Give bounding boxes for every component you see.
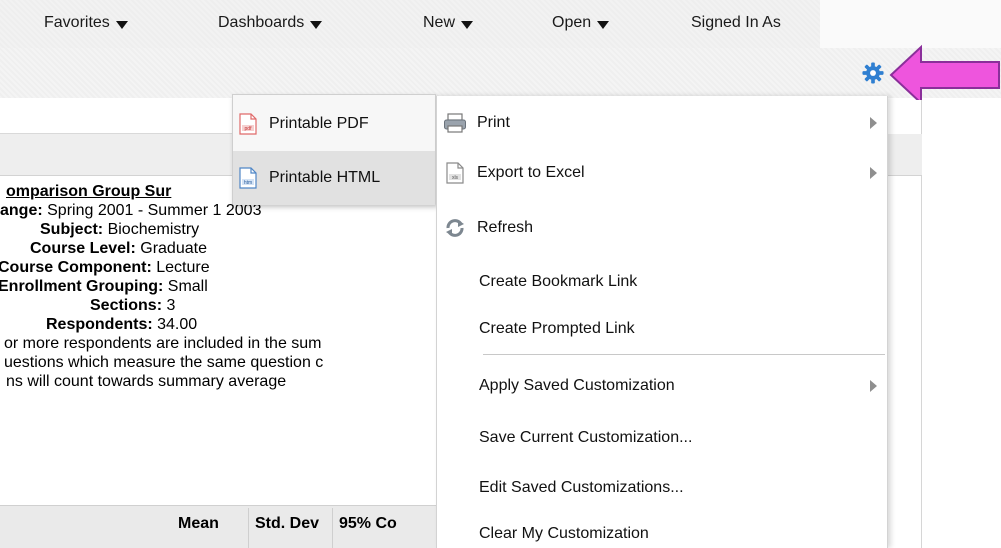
nav-dashboards-label: Dashboards (218, 14, 305, 31)
report-summary: omparison Group Sur ange: Spring 2001 - … (0, 182, 436, 391)
menu-item-label: Printable PDF (269, 115, 369, 132)
report-line-subject: Subject: Biochemistry (0, 220, 436, 239)
page-options-menu: Print xls Export to Excel Refresh Create… (436, 96, 888, 548)
caret-down-icon (461, 20, 474, 29)
enrollment-label: Enrollment Grouping: (0, 278, 164, 295)
nav-favorites-label: Favorites (44, 14, 110, 31)
menu-item-refresh[interactable]: Refresh (437, 204, 887, 252)
column-header-mean[interactable]: Mean (172, 508, 225, 548)
svg-text:xls: xls (452, 175, 459, 181)
chevron-right-icon (870, 117, 877, 129)
menu-item-print[interactable]: Print (437, 99, 887, 147)
page-toolbar (0, 48, 1001, 98)
sections-label: Sections: (90, 297, 163, 314)
column-header-std-dev[interactable]: Std. Dev (248, 508, 325, 548)
annotation-arrow-icon (889, 44, 1000, 106)
menu-item-save-current-customization[interactable]: Save Current Customization... (437, 414, 887, 462)
column-header-95-ci[interactable]: 95% Co (332, 508, 442, 548)
top-nav-bar (0, 0, 1001, 56)
chevron-right-icon (870, 380, 877, 392)
sections-value: 3 (162, 297, 176, 314)
nav-signed-in[interactable]: Signed In As (691, 14, 781, 32)
report-note: or more respondents are included in the … (4, 335, 322, 352)
menu-item-create-bookmark-link[interactable]: Create Bookmark Link (437, 258, 887, 306)
respondents-label: Respondents: (46, 316, 153, 333)
html-file-icon: htm (239, 167, 257, 189)
subject-value: Biochemistry (103, 221, 200, 238)
report-note: uestions which measure the same question… (4, 354, 324, 371)
report-line-respondents: Respondents: 34.00 (0, 315, 436, 334)
chevron-right-icon (870, 167, 877, 179)
menu-item-edit-saved-customizations[interactable]: Edit Saved Customizations... (437, 464, 887, 512)
print-submenu: pdf Printable PDF htm Printable HTML (232, 94, 436, 205)
enrollment-value: Small (163, 278, 208, 295)
menu-item-label: Print (477, 114, 510, 131)
menu-item-label: Create Prompted Link (479, 320, 635, 337)
menu-item-export-excel[interactable]: xls Export to Excel (437, 149, 887, 197)
menu-item-printable-pdf[interactable]: pdf Printable PDF (233, 97, 435, 151)
caret-down-icon (115, 20, 128, 29)
menu-item-printable-html[interactable]: htm Printable HTML (233, 151, 435, 205)
report-line-sections: Sections: 3 (0, 296, 436, 315)
range-label: ange: (0, 202, 43, 219)
menu-item-label: Printable HTML (269, 169, 381, 186)
report-title[interactable]: omparison Group Sur (6, 183, 171, 200)
gear-icon[interactable] (862, 62, 884, 84)
course-level-label: Course Level: (30, 240, 136, 257)
pdf-file-icon: pdf (239, 113, 257, 135)
menu-item-clear-my-customization[interactable]: Clear My Customization (437, 510, 887, 548)
course-component-value: Lecture (151, 259, 210, 276)
svg-text:htm: htm (244, 180, 252, 186)
menu-item-apply-saved-customization[interactable]: Apply Saved Customization (437, 362, 887, 410)
subject-label: Subject: (40, 221, 104, 238)
nav-signed-in-label: Signed In As (691, 14, 781, 31)
menu-item-label: Refresh (477, 219, 534, 236)
report-line-course-component: Course Component: Lecture (0, 258, 436, 277)
course-level-value: Graduate (135, 240, 207, 257)
menu-item-label: Create Bookmark Link (479, 273, 638, 290)
caret-down-icon (597, 20, 610, 29)
excel-file-icon: xls (446, 162, 464, 184)
nav-favorites[interactable]: Favorites (44, 14, 128, 32)
nav-new-label: New (423, 14, 456, 31)
menu-separator (483, 354, 885, 355)
printer-icon (444, 113, 466, 133)
report-line-enrollment: Enrollment Grouping: Small (0, 277, 436, 296)
menu-item-label: Save Current Customization... (479, 429, 693, 446)
respondents-value: 34.00 (152, 316, 198, 333)
caret-down-icon (310, 20, 323, 29)
nav-dashboards[interactable]: Dashboards (218, 14, 323, 32)
course-component-label: Course Component: (0, 259, 152, 276)
nav-open-label: Open (552, 14, 592, 31)
refresh-icon (446, 219, 464, 237)
menu-item-label: Edit Saved Customizations... (479, 479, 684, 496)
svg-text:pdf: pdf (245, 126, 253, 132)
menu-item-label: Apply Saved Customization (479, 377, 675, 394)
menu-item-label: Clear My Customization (479, 525, 649, 542)
menu-item-label: Export to Excel (477, 164, 585, 181)
report-line-course-level: Course Level: Graduate (0, 239, 436, 258)
nav-open[interactable]: Open (552, 14, 610, 32)
report-note: ns will count towards summary average (6, 373, 287, 390)
nav-new[interactable]: New (423, 14, 474, 32)
range-value: Spring 2001 - Summer 1 2003 (42, 202, 262, 219)
menu-item-create-prompted-link[interactable]: Create Prompted Link (437, 305, 887, 353)
